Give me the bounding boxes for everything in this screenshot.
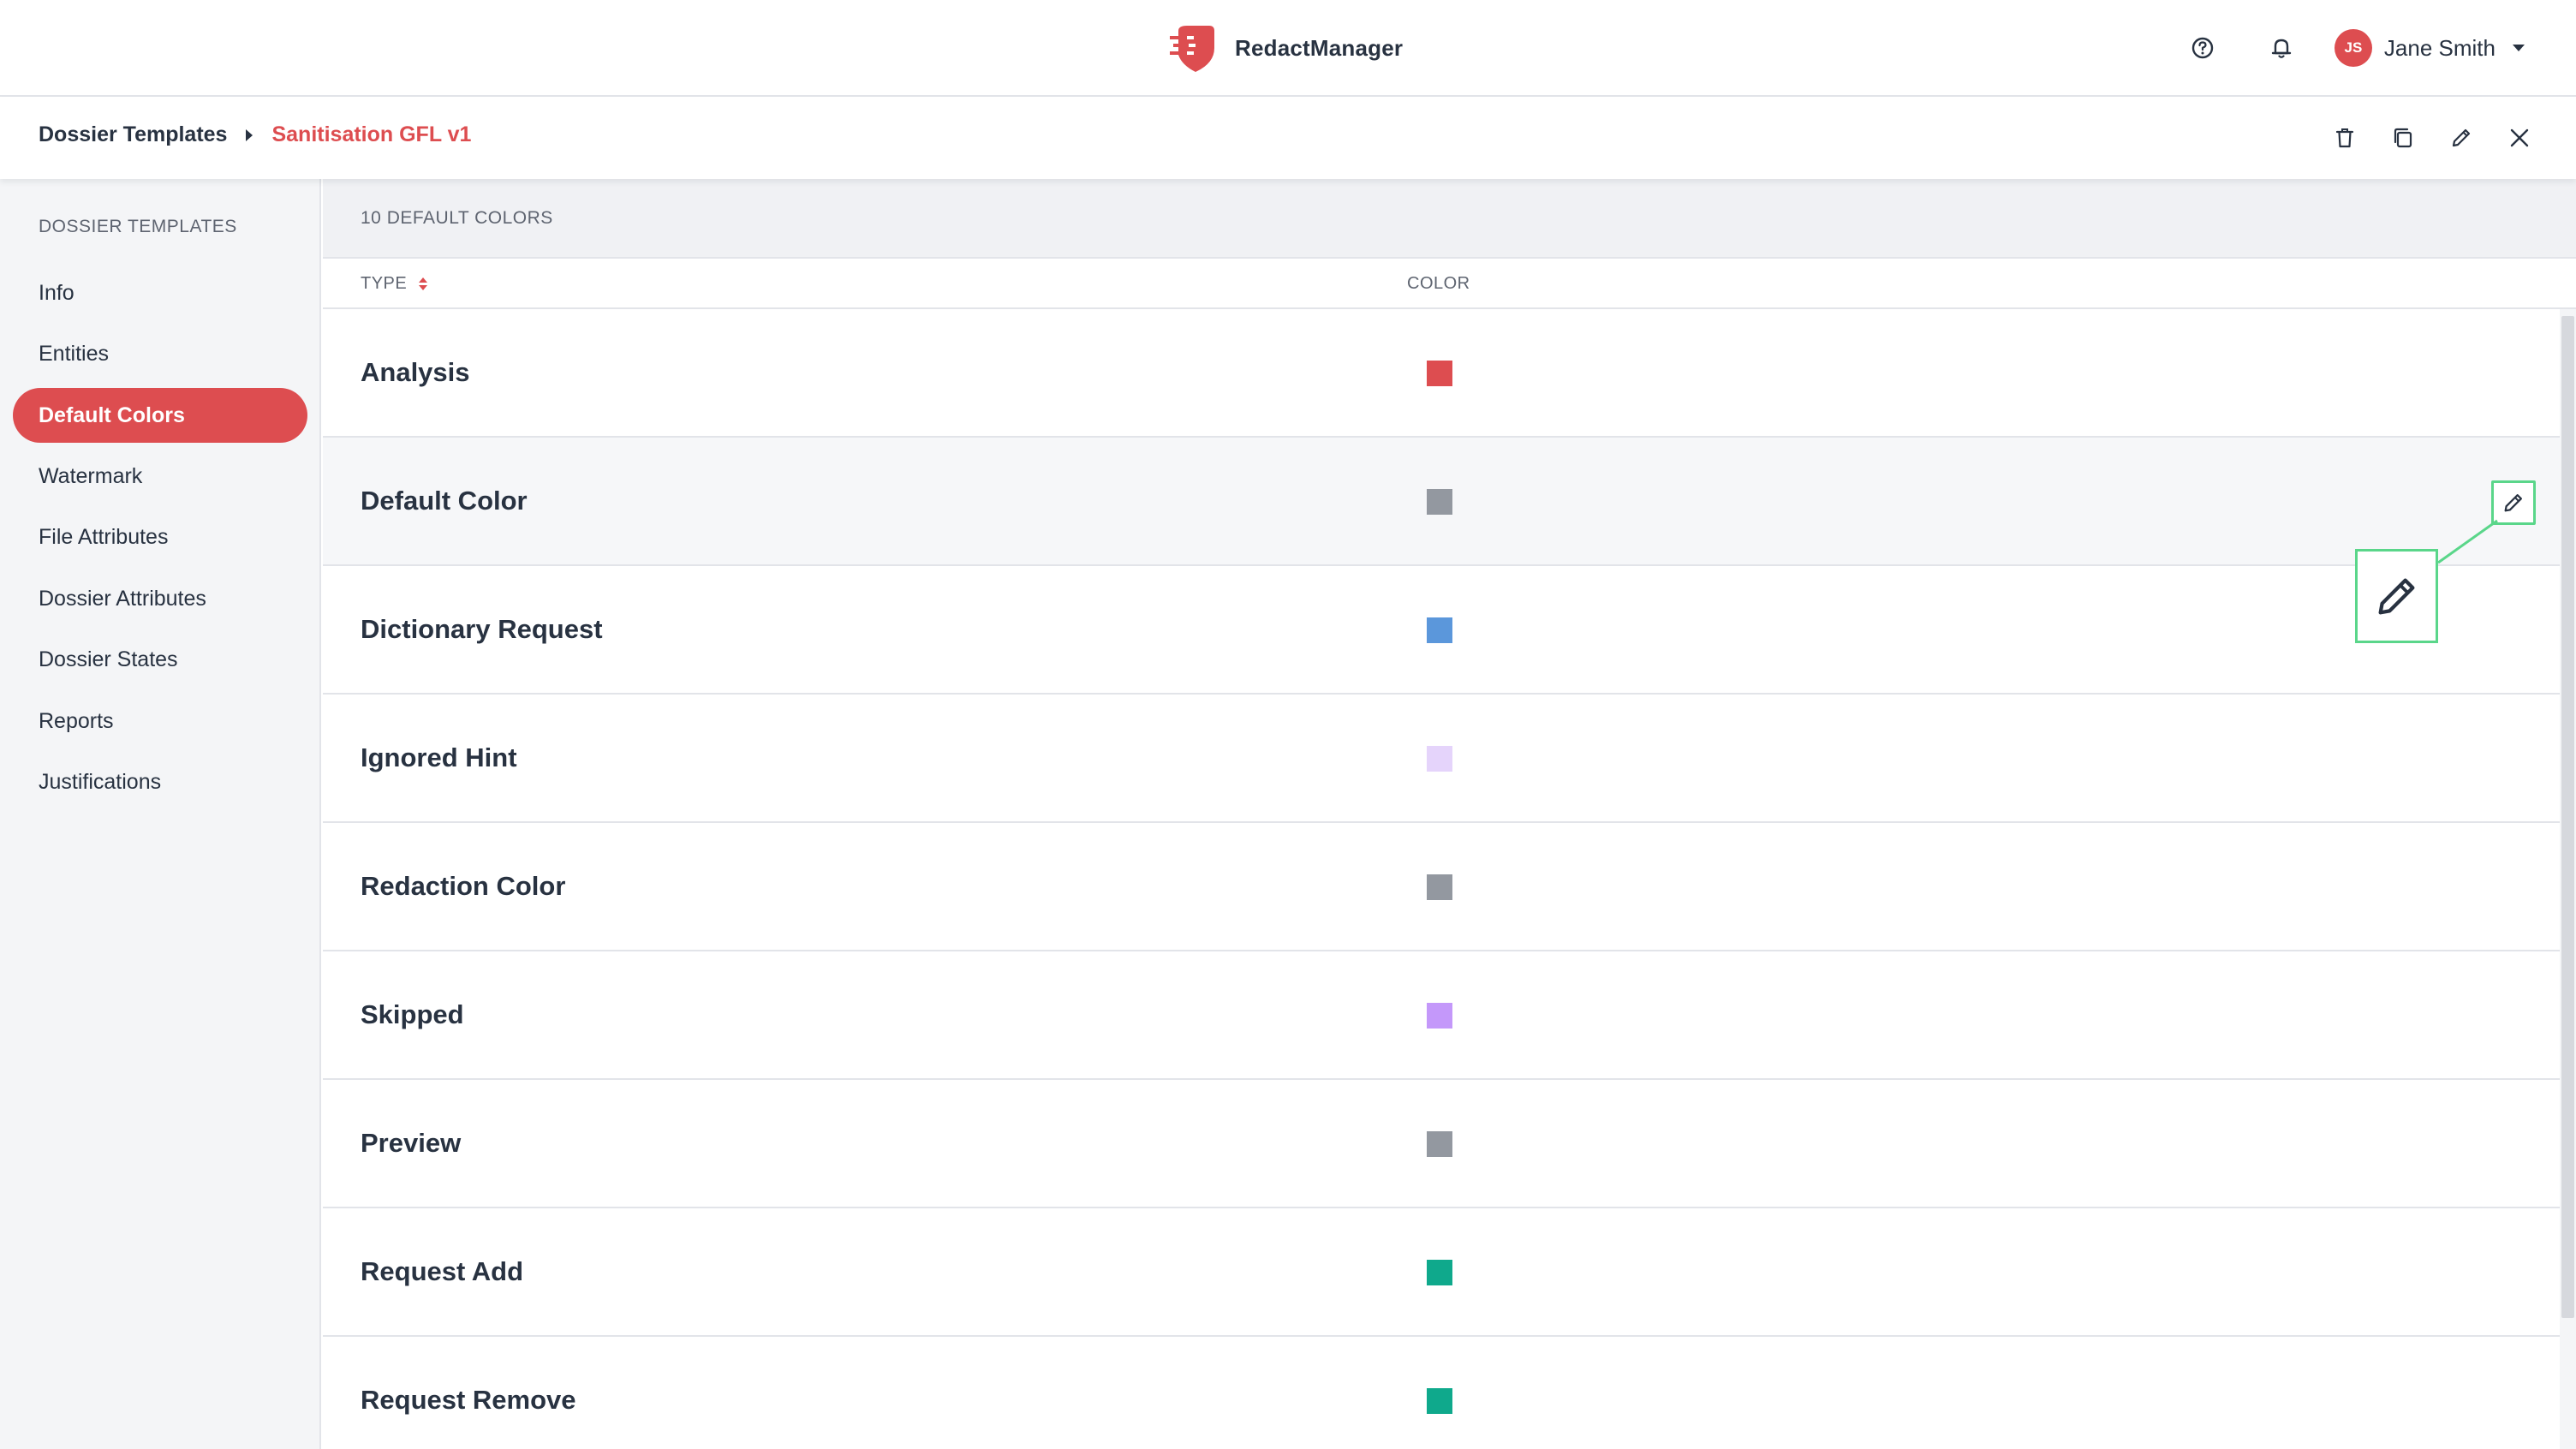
color-swatch [1427,361,1452,386]
breadcrumb-root[interactable]: Dossier Templates [39,122,227,147]
column-header-type[interactable]: TYPE [361,274,428,294]
sidebar-item-label: Justifications [39,769,162,794]
table-row[interactable]: Preview [323,1080,2560,1208]
user-name: Jane Smith [2383,34,2496,61]
table-row[interactable]: Redaction Color [323,823,2560,951]
color-swatch [1427,1260,1452,1285]
shield-logo-icon [1170,26,1214,72]
sidebar-item-file-attributes[interactable]: File Attributes [13,510,307,564]
close-icon [2510,128,2529,147]
breadcrumb-current[interactable]: Sanitisation GFL v1 [271,122,471,147]
copy-template-button[interactable] [2381,116,2425,160]
color-swatch [1427,1131,1452,1157]
sidebar-item-entities[interactable]: Entities [13,326,307,381]
row-type-label: Default Color [361,486,528,516]
table-row[interactable]: Request Remove [323,1337,2560,1449]
bell-icon [2271,39,2292,58]
color-list: Analysis Default Color Dictionary Reques… [323,309,2560,1449]
list-header: 10 DEFAULT COLORS [323,179,2576,259]
help-circle-icon [2191,37,2214,59]
color-swatch [1427,617,1452,643]
sidebar-item-justifications[interactable]: Justifications [13,754,307,809]
scrollbar-thumb[interactable] [2561,316,2574,1318]
color-swatch [1427,1003,1452,1029]
close-button[interactable] [2497,116,2542,160]
color-swatch [1427,1388,1452,1414]
sidebar-item-label: File Attributes [39,524,169,549]
zoomed-edit-callout [2355,549,2438,643]
sidebar-item-info[interactable]: Info [13,265,307,320]
sidebar-item-label: Dossier Attributes [39,586,206,611]
delete-template-button[interactable] [2323,116,2367,160]
table-row[interactable]: Ignored Hint [323,695,2560,823]
column-header-label: TYPE [361,274,408,293]
edit-icon [2378,578,2414,615]
app-name: RedactManager [1235,34,1404,61]
table-header: TYPE COLOR [323,259,2576,309]
help-button[interactable] [2180,26,2225,70]
sidebar-item-label: Reports [39,708,114,733]
row-type-label: Request Remove [361,1385,576,1415]
sidebar: DOSSIER TEMPLATES Info Entities Default … [0,179,321,1449]
caret-right-icon [246,128,253,141]
color-swatch [1427,746,1452,772]
user-menu[interactable]: JS Jane Smith [2334,29,2525,67]
sidebar-item-default-colors[interactable]: Default Colors [13,388,307,443]
sidebar-title: DOSSIER TEMPLATES [39,217,237,236]
edit-template-button[interactable] [2439,116,2484,160]
edit-color-button[interactable] [2491,480,2536,525]
row-type-label: Preview [361,1128,462,1158]
table-row[interactable]: Default Color [323,438,2560,566]
table-row[interactable]: Analysis [323,309,2560,438]
sidebar-item-label: Info [39,280,75,305]
copy-icon [2394,128,2412,148]
color-swatch [1427,874,1452,900]
trash-icon [2335,128,2354,148]
column-header-color: COLOR [1407,274,1470,293]
default-colors-panel: 10 DEFAULT COLORS TYPE COLOR Analysis De… [323,179,2576,1449]
chevron-down-icon [2513,45,2525,51]
sort-icon [419,277,428,290]
sidebar-item-dossier-attributes[interactable]: Dossier Attributes [13,571,307,626]
sidebar-item-label: Default Colors [39,402,185,427]
row-type-label: Skipped [361,999,464,1029]
color-swatch [1427,489,1452,515]
edit-icon [2452,128,2471,147]
table-row[interactable]: Skipped [323,951,2560,1080]
scrollbar[interactable] [2560,309,2576,1449]
table-row[interactable]: Dictionary Request [323,566,2560,695]
row-type-label: Ignored Hint [361,742,517,772]
sidebar-item-label: Entities [39,341,109,366]
avatar: JS [2334,29,2372,67]
sidebar-item-reports[interactable]: Reports [13,694,307,748]
row-type-label: Dictionary Request [361,614,603,644]
breadcrumb-bar: Dossier Templates Sanitisation GFL v1 [0,97,2576,179]
row-type-label: Analysis [361,357,470,387]
item-count: 10 DEFAULT COLORS [361,208,553,228]
row-type-label: Redaction Color [361,871,566,901]
sidebar-item-label: Watermark [39,463,143,488]
edit-icon [2504,494,2522,512]
breadcrumb: Dossier Templates Sanitisation GFL v1 [39,122,471,147]
sidebar-item-dossier-states[interactable]: Dossier States [13,632,307,687]
notifications-button[interactable] [2259,26,2304,70]
app-logo[interactable]: RedactManager [1170,22,1403,74]
app-header: RedactManager JS Jane Smith [0,0,2576,97]
sidebar-item-label: Dossier States [39,647,178,671]
sidebar-item-watermark[interactable]: Watermark [13,449,307,504]
row-type-label: Request Add [361,1256,524,1286]
table-row[interactable]: Request Add [323,1208,2560,1337]
